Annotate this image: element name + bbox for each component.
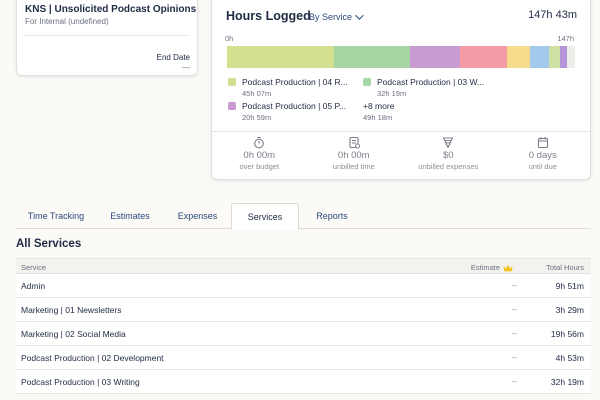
legend-more-hours: 49h 18m: [363, 113, 393, 122]
axis-end-label: 147h: [557, 34, 574, 43]
end-date-value: —: [182, 63, 190, 72]
table-row[interactable]: Marketing | 02 Social Media – 19h 56m: [16, 322, 591, 346]
group-by-label: By Service: [309, 12, 353, 22]
stat-label: unbilled expenses: [418, 162, 479, 171]
stat-value: $0: [442, 150, 454, 161]
crown-icon: [503, 264, 513, 271]
project-tabs: Time Tracking Estimates Expenses Service…: [16, 203, 591, 230]
cell-service[interactable]: Podcast Production | 03 Writing: [21, 377, 140, 387]
hours-logged-card: Hours Logged By Service 147h 43m 0h 147h…: [211, 0, 591, 180]
stopwatch-icon: [212, 136, 307, 149]
legend-swatch: [228, 78, 236, 86]
cell-estimate: –: [511, 328, 517, 338]
stat-until-due: 0 days until due: [496, 132, 591, 181]
stats-row: 0h 00m over budget 0h 00m unbilled time …: [212, 131, 590, 181]
header-estimate-label: Estimate: [470, 263, 500, 272]
legend-service-hours: 32h 19m: [377, 89, 407, 98]
hours-logged-title: Hours Logged: [226, 9, 311, 23]
bar-segment[interactable]: [410, 46, 460, 68]
stat-label: over budget: [239, 162, 280, 171]
cell-total-hours: 32h 19m: [550, 377, 584, 387]
tab-services[interactable]: Services: [231, 203, 299, 230]
calendar-icon: [496, 136, 591, 149]
bar-segment[interactable]: [560, 46, 568, 68]
axis-start-label: 0h: [225, 34, 234, 43]
stat-unbilled-time: 0h 00m unbilled time: [307, 132, 402, 181]
cell-estimate: –: [511, 280, 517, 290]
legend-service-name: Podcast Production | 03 W...: [377, 77, 485, 87]
header-service[interactable]: Service: [21, 263, 46, 272]
receipt-icon: [401, 136, 496, 149]
section-title: All Services: [16, 238, 82, 250]
bar-segment[interactable]: [227, 46, 334, 68]
stat-value: 0h 00m: [243, 150, 276, 161]
bar-segment[interactable]: [529, 46, 549, 68]
legend-service-name: Podcast Production | 05 P...: [242, 101, 347, 111]
stat-value: 0h 00m: [337, 150, 370, 161]
cell-service[interactable]: Podcast Production | 02 Development: [21, 353, 164, 363]
cell-service[interactable]: Marketing | 02 Social Media: [21, 329, 126, 339]
cell-total-hours: 4h 53m: [555, 353, 584, 363]
hours-total: 147h 43m: [528, 9, 577, 21]
chevron-down-icon: [355, 11, 364, 20]
legend-service-name: Podcast Production | 04 R...: [242, 77, 348, 87]
project-name[interactable]: KNS | Unsolicited Podcast Opinions: [25, 4, 196, 15]
cell-total-hours: 9h 51m: [555, 281, 584, 291]
project-summary-card: KNS | Unsolicited Podcast Opinions For I…: [16, 0, 198, 76]
bar-segment[interactable]: [333, 46, 411, 68]
legend-swatch: [363, 78, 371, 86]
bar-segment[interactable]: [548, 46, 561, 68]
cell-total-hours: 3h 29m: [555, 305, 584, 315]
table-row[interactable]: Podcast Production | 02 Development – 4h…: [16, 346, 591, 370]
tab-estimates[interactable]: Estimates: [96, 203, 164, 229]
bar-segment[interactable]: [507, 46, 530, 68]
cell-estimate: –: [511, 352, 517, 362]
stat-label: until due: [528, 162, 557, 171]
end-date-label: End Date: [156, 53, 190, 62]
header-total-hours[interactable]: Total Hours: [546, 263, 584, 272]
legend-swatch: [228, 102, 236, 110]
stat-label: unbilled time: [332, 162, 375, 171]
legend-service-hours: 45h 07m: [242, 89, 272, 98]
cell-estimate: –: [511, 376, 517, 386]
cell-estimate: –: [511, 304, 517, 314]
divider: [25, 35, 189, 36]
group-by-dropdown[interactable]: By Service: [309, 11, 364, 22]
stat-unbilled-expenses: $0 unbilled expenses: [401, 132, 496, 181]
project-client: For Internal (undefined): [25, 17, 109, 26]
cell-total-hours: 19h 56m: [550, 329, 584, 339]
tab-expenses[interactable]: Expenses: [164, 203, 231, 229]
hours-stacked-bar: [227, 46, 575, 68]
header-estimate[interactable]: Estimate: [471, 263, 513, 272]
cell-service[interactable]: Admin: [21, 281, 45, 291]
cell-service[interactable]: Marketing | 01 Newsletters: [21, 305, 121, 315]
table-row[interactable]: Marketing | 01 Newsletters – 3h 29m: [16, 298, 591, 322]
stat-value: 0 days: [528, 150, 557, 161]
tab-reports[interactable]: Reports: [299, 203, 365, 229]
table-row[interactable]: Podcast Production | 03 Writing – 32h 19…: [16, 370, 591, 394]
unbilled-time-icon: [307, 136, 402, 149]
table-header: Service Estimate Total Hours: [16, 258, 591, 274]
services-table: Service Estimate Total Hours Admin – 9h …: [16, 258, 591, 394]
legend-more-label: +8 more: [363, 101, 395, 111]
bar-segment[interactable]: [459, 46, 508, 68]
stat-over-budget: 0h 00m over budget: [212, 132, 307, 181]
legend-service-hours: 20h 59m: [242, 113, 272, 122]
tab-time-tracking[interactable]: Time Tracking: [16, 203, 96, 229]
table-row[interactable]: Admin – 9h 51m: [16, 274, 591, 298]
